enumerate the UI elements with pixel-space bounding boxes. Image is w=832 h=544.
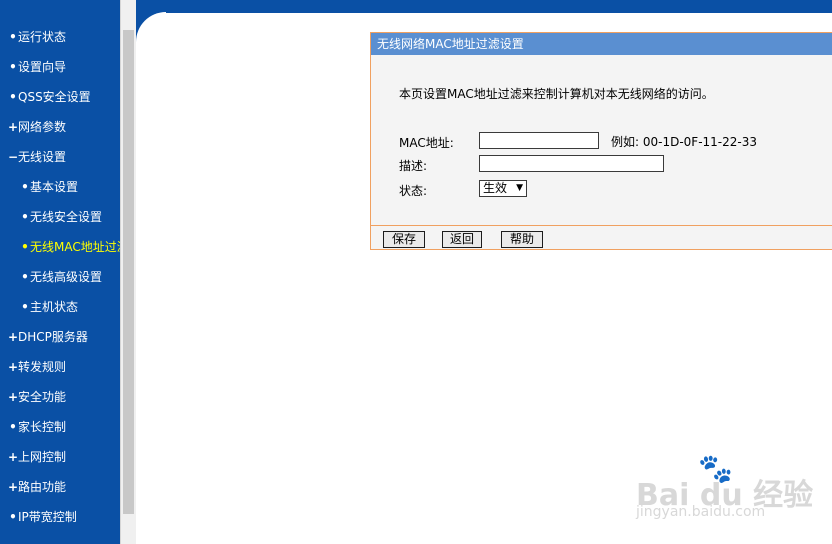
panel-divider	[371, 225, 832, 226]
menu-item-label: QSS安全设置	[18, 90, 91, 104]
content-corner	[136, 12, 166, 42]
menu-item-label: 路由功能	[18, 480, 67, 494]
baidu-jingyan-watermark: 🐾 Bai du 经验 jingyan.baidu.com	[636, 452, 826, 528]
status-select[interactable]: 生效 ▼	[479, 180, 527, 197]
expand-plus-icon: +	[8, 480, 19, 494]
panel-description: 本页设置MAC地址过滤来控制计算机对本无线网络的访问。	[399, 87, 714, 101]
menu-item-label: 运行状态	[18, 30, 67, 44]
mac-example-text: 例如: 00-1D-0F-11-22-33	[611, 135, 757, 149]
bullet-icon: •	[21, 210, 29, 224]
menu-item-parental-control[interactable]: •家长控制	[0, 412, 120, 442]
bullet-icon: •	[9, 510, 17, 524]
help-button[interactable]: 帮助	[501, 231, 543, 248]
bullet-icon: •	[21, 300, 29, 314]
mac-filter-panel: 无线网络MAC地址过滤设置 本页设置MAC地址过滤来控制计算机对本无线网络的访问…	[370, 32, 832, 250]
bullet-icon: •	[9, 90, 17, 104]
dropdown-arrow-icon: ▼	[516, 183, 523, 193]
menu-item-label: DHCP服务器	[18, 330, 88, 344]
watermark-url: jingyan.baidu.com	[636, 504, 766, 520]
description-input[interactable]	[479, 155, 664, 172]
menu-item-label: 转发规则	[18, 360, 67, 374]
sidebar-scrollbar[interactable]	[120, 0, 136, 544]
menu-item-forwarding[interactable]: +转发规则	[0, 352, 120, 382]
menu-item-label: 无线高级设置	[30, 270, 103, 284]
menu-item-label: 无线设置	[18, 150, 67, 164]
menu-item-routing[interactable]: +路由功能	[0, 472, 120, 502]
mac-address-input[interactable]	[479, 132, 599, 149]
expand-plus-icon: +	[8, 390, 19, 404]
menu-item-dhcp[interactable]: +DHCP服务器	[0, 322, 120, 352]
expand-plus-icon: +	[8, 450, 19, 464]
menu-subitem-basic[interactable]: •基本设置	[0, 172, 120, 202]
bullet-icon: •	[21, 270, 29, 284]
description-label: 描述:	[399, 159, 428, 173]
bullet-icon: •	[9, 420, 17, 434]
menu-item-internet-control[interactable]: +上网控制	[0, 442, 120, 472]
panel-title: 无线网络MAC地址过滤设置	[371, 33, 832, 55]
sidebar-menu: •运行状态 •设置向导 •QSS安全设置 +网络参数 −无线设置 •基本设置 •…	[0, 0, 120, 544]
menu-item-label: 设置向导	[18, 60, 67, 74]
menu-item-qss[interactable]: •QSS安全设置	[0, 82, 120, 112]
menu-subitem-host-status[interactable]: •主机状态	[0, 292, 120, 322]
bullet-icon: •	[9, 60, 17, 74]
expand-plus-icon: +	[8, 360, 19, 374]
mac-label: MAC地址:	[399, 136, 454, 150]
menu-item-label: 无线MAC地址过滤	[30, 240, 120, 254]
menu-item-wireless-settings[interactable]: −无线设置	[0, 142, 120, 172]
expand-plus-icon: +	[8, 120, 19, 134]
bullet-icon: •	[9, 30, 17, 44]
menu-item-label: IP带宽控制	[18, 510, 77, 524]
back-button[interactable]: 返回	[442, 231, 482, 248]
collapse-minus-icon: −	[8, 150, 19, 164]
menu-item-label: 无线安全设置	[30, 210, 103, 224]
menu-item-label: 基本设置	[30, 180, 79, 194]
menu-item-label: 主机状态	[30, 300, 79, 314]
bullet-icon: •	[21, 240, 29, 254]
expand-plus-icon: +	[8, 330, 19, 344]
bullet-icon: •	[21, 180, 29, 194]
menu-subitem-wireless-security[interactable]: •无线安全设置	[0, 202, 120, 232]
menu-item-security[interactable]: +安全功能	[0, 382, 120, 412]
scroll-thumb[interactable]	[123, 30, 134, 514]
menu-item-label: 上网控制	[18, 450, 67, 464]
menu-subitem-mac-filter[interactable]: •无线MAC地址过滤	[0, 232, 120, 262]
scroll-up-arrow-icon[interactable]	[122, 13, 135, 28]
status-label: 状态:	[399, 184, 428, 198]
menu-item-label: 安全功能	[18, 390, 67, 404]
menu-item-network-params[interactable]: +网络参数	[0, 112, 120, 142]
menu-item-run-status[interactable]: •运行状态	[0, 22, 120, 52]
menu-item-label: 网络参数	[18, 120, 67, 134]
menu-subitem-wireless-advanced[interactable]: •无线高级设置	[0, 262, 120, 292]
top-banner	[136, 0, 832, 13]
save-button[interactable]: 保存	[383, 231, 425, 248]
menu-item-setup-wizard[interactable]: •设置向导	[0, 52, 120, 82]
menu-item-ip-bandwidth[interactable]: •IP带宽控制	[0, 502, 120, 532]
status-selected-value: 生效	[483, 181, 508, 195]
menu-item-label: 家长控制	[18, 420, 67, 434]
